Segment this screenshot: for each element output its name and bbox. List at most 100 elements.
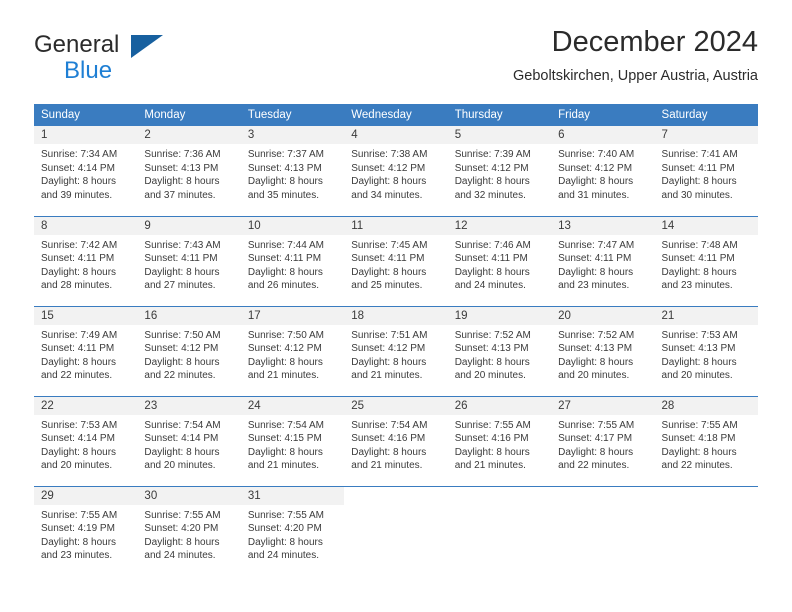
- day-sunrise-text: Sunrise: 7:55 AM: [144, 509, 221, 521]
- day-daylight-text: and 24 minutes.: [247, 550, 320, 562]
- day-daylight-text: Daylight: 8 hours: [247, 356, 323, 368]
- day-sunset-text: Sunset: 4:12 PM: [351, 162, 426, 174]
- day-details: Sunrise: 7:50 AM Sunset: 4:12 PM Daylight:…: [137, 325, 240, 383]
- day-details: Sunrise: 7:52 AM Sunset: 4:13 PM Daylight:…: [551, 325, 654, 383]
- day-daylight-text: Daylight: 8 hours: [41, 536, 117, 548]
- day-details: Sunrise: 7:38 AM Sunset: 4:12 PM Daylight:…: [344, 144, 447, 202]
- calendar-day-cell[interactable]: 18 Sunrise: 7:51 AM Sunset: 4:12 PM Dayligh…: [344, 305, 448, 396]
- day-daylight-text: and 25 minutes.: [351, 280, 423, 292]
- day-number: 5: [447, 126, 552, 144]
- calendar-day-cell[interactable]: 7 Sunrise: 7:41 AM Sunset: 4:11 PM Daylight…: [654, 126, 758, 216]
- day-number: 16: [137, 306, 241, 325]
- day-details: Sunrise: 7:37 AM Sunset: 4:13 PM Daylight:…: [241, 144, 344, 202]
- calendar-day-cell[interactable]: 21 Sunrise: 7:53 AM Sunset: 4:13 PM Dayligh…: [654, 305, 758, 396]
- calendar-day-cell[interactable]: 9 Sunrise: 7:43 AM Sunset: 4:11 PM Daylight…: [137, 215, 241, 306]
- day-sunrise-text: Sunrise: 7:55 AM: [454, 419, 531, 431]
- calendar-day-cell[interactable]: 13 Sunrise: 7:47 AM Sunset: 4:11 PM Dayligh…: [551, 215, 655, 306]
- day-daylight-text: Daylight: 8 hours: [41, 266, 117, 278]
- day-sunset-text: Sunset: 4:11 PM: [41, 343, 115, 355]
- day-sunrise-text: Sunrise: 7:50 AM: [144, 329, 221, 341]
- calendar-day-cell[interactable]: 6 Sunrise: 7:40 AM Sunset: 4:12 PM Daylight…: [551, 126, 655, 216]
- calendar-day-cell[interactable]: 26 Sunrise: 7:55 AM Sunset: 4:16 PM Dayligh…: [447, 395, 552, 486]
- calendar-day-cell[interactable]: 5 Sunrise: 7:39 AM Sunset: 4:12 PM Daylight…: [447, 126, 552, 216]
- day-daylight-text: Daylight: 8 hours: [454, 356, 530, 368]
- calendar-day-cell[interactable]: 17 Sunrise: 7:50 AM Sunset: 4:12 PM Dayligh…: [240, 305, 345, 396]
- calendar-day-cell[interactable]: 20 Sunrise: 7:52 AM Sunset: 4:13 PM Dayligh…: [551, 305, 655, 396]
- day-daylight-text: and 24 minutes.: [144, 550, 216, 562]
- day-sunrise-text: Sunrise: 7:41 AM: [661, 149, 738, 160]
- day-details: Sunrise: 7:34 AM Sunset: 4:14 PM Daylight:…: [34, 144, 137, 202]
- day-daylight-text: and 21 minutes.: [351, 460, 423, 472]
- general-blue-logo[interactable]: General Blue: [34, 32, 254, 92]
- calendar-day-cell[interactable]: 29 Sunrise: 7:55 AM Sunset: 4:19 PM Dayligh…: [34, 485, 138, 576]
- calendar-day-cell[interactable]: 28 Sunrise: 7:55 AM Sunset: 4:18 PM Dayligh…: [654, 395, 758, 486]
- calendar-day-cell[interactable]: 15 Sunrise: 7:49 AM Sunset: 4:11 PM Dayligh…: [34, 305, 138, 396]
- day-sunset-text: Sunset: 4:14 PM: [144, 433, 219, 445]
- day-sunrise-text: Sunrise: 7:40 AM: [558, 149, 635, 160]
- title-block: December 2024 Geboltskirchen, Upper Aust…: [513, 24, 758, 86]
- day-number: 12: [447, 216, 552, 235]
- weekday-header-saturday: Saturday: [654, 104, 758, 126]
- calendar-day-cell[interactable]: 1 Sunrise: 7:34 AM Sunset: 4:14 PM Daylight…: [34, 126, 138, 216]
- day-sunrise-text: Sunrise: 7:37 AM: [247, 149, 324, 160]
- calendar-day-cell[interactable]: 27 Sunrise: 7:55 AM Sunset: 4:17 PM Dayligh…: [551, 395, 655, 486]
- day-daylight-text: Daylight: 8 hours: [661, 356, 737, 368]
- calendar-week-row: 15 Sunrise: 7:49 AM Sunset: 4:11 PM Dayligh…: [34, 305, 758, 396]
- day-sunset-text: Sunset: 4:12 PM: [247, 343, 322, 355]
- day-number: 22: [34, 396, 138, 415]
- day-details: Sunrise: 7:55 AM Sunset: 4:16 PM Daylight:…: [448, 415, 551, 473]
- calendar-day-cell[interactable]: 24 Sunrise: 7:54 AM Sunset: 4:15 PM Dayligh…: [240, 395, 345, 486]
- day-sunset-text: Sunset: 4:13 PM: [247, 162, 322, 174]
- day-daylight-text: Daylight: 8 hours: [454, 266, 530, 278]
- calendar-header-row: Sunday Monday Tuesday Wednesday Thursday…: [34, 104, 758, 126]
- calendar-week-row: 1 Sunrise: 7:34 AM Sunset: 4:14 PM Daylight…: [34, 126, 758, 216]
- day-sunset-text: Sunset: 4:16 PM: [351, 433, 426, 445]
- calendar-day-cell[interactable]: 31 Sunrise: 7:55 AM Sunset: 4:20 PM Dayligh…: [240, 485, 345, 576]
- calendar-day-cell[interactable]: 14 Sunrise: 7:48 AM Sunset: 4:11 PM Dayligh…: [654, 215, 758, 306]
- location-subtitle: Geboltskirchen, Upper Austria, Austria: [512, 68, 758, 84]
- calendar-day-cell[interactable]: 11 Sunrise: 7:45 AM Sunset: 4:11 PM Dayligh…: [344, 215, 448, 306]
- calendar-day-cell[interactable]: 4 Sunrise: 7:38 AM Sunset: 4:12 PM Daylight…: [344, 126, 448, 216]
- day-number: 13: [551, 216, 655, 235]
- day-daylight-text: Daylight: 8 hours: [144, 176, 220, 188]
- calendar-week-row: 29 Sunrise: 7:55 AM Sunset: 4:19 PM Dayligh…: [34, 485, 758, 576]
- day-daylight-text: and 20 minutes.: [454, 370, 526, 382]
- day-sunrise-text: Sunrise: 7:46 AM: [454, 239, 531, 251]
- day-sunrise-text: Sunrise: 7:36 AM: [144, 149, 221, 160]
- day-number: 18: [344, 306, 448, 325]
- day-sunset-text: Sunset: 4:16 PM: [454, 433, 529, 445]
- calendar-day-cell[interactable]: 2 Sunrise: 7:36 AM Sunset: 4:13 PM Daylight…: [137, 126, 241, 216]
- day-sunrise-text: Sunrise: 7:52 AM: [558, 329, 635, 341]
- day-number: 27: [551, 396, 655, 415]
- day-sunset-text: Sunset: 4:12 PM: [454, 162, 529, 174]
- day-daylight-text: Daylight: 8 hours: [661, 446, 737, 458]
- day-sunrise-text: Sunrise: 7:39 AM: [454, 149, 531, 160]
- day-sunset-text: Sunset: 4:11 PM: [454, 253, 528, 265]
- day-daylight-text: and 39 minutes.: [41, 189, 113, 201]
- day-details: Sunrise: 7:55 AM Sunset: 4:20 PM Daylight:…: [137, 505, 240, 563]
- calendar-day-cell[interactable]: 23 Sunrise: 7:54 AM Sunset: 4:14 PM Dayligh…: [137, 395, 241, 486]
- day-sunrise-text: Sunrise: 7:43 AM: [144, 239, 221, 251]
- day-number: 1: [34, 126, 138, 144]
- day-sunrise-text: Sunrise: 7:53 AM: [661, 329, 738, 341]
- calendar-day-cell[interactable]: 16 Sunrise: 7:50 AM Sunset: 4:12 PM Dayligh…: [137, 305, 241, 396]
- calendar-day-cell[interactable]: 8 Sunrise: 7:42 AM Sunset: 4:11 PM Daylight…: [34, 215, 138, 306]
- calendar-day-cell[interactable]: 25 Sunrise: 7:54 AM Sunset: 4:16 PM Dayligh…: [344, 395, 448, 486]
- calendar-day-cell[interactable]: 30 Sunrise: 7:55 AM Sunset: 4:20 PM Dayligh…: [137, 485, 241, 576]
- calendar-day-cell[interactable]: 22 Sunrise: 7:53 AM Sunset: 4:14 PM Dayligh…: [34, 395, 138, 486]
- day-number: [344, 487, 447, 505]
- calendar-day-cell[interactable]: 10 Sunrise: 7:44 AM Sunset: 4:11 PM Dayligh…: [240, 215, 345, 306]
- calendar-day-cell[interactable]: 3 Sunrise: 7:37 AM Sunset: 4:13 PM Daylight…: [240, 126, 345, 216]
- day-sunset-text: Sunset: 4:14 PM: [41, 433, 115, 445]
- calendar-day-cell[interactable]: 19 Sunrise: 7:52 AM Sunset: 4:13 PM Dayligh…: [447, 305, 552, 396]
- calendar-day-cell[interactable]: 12 Sunrise: 7:46 AM Sunset: 4:11 PM Dayligh…: [447, 215, 552, 306]
- day-daylight-text: Daylight: 8 hours: [41, 176, 117, 188]
- day-sunset-text: Sunset: 4:12 PM: [558, 162, 633, 174]
- day-details: Sunrise: 7:43 AM Sunset: 4:11 PM Daylight:…: [137, 235, 240, 293]
- day-details: Sunrise: 7:40 AM Sunset: 4:12 PM Daylight:…: [551, 144, 654, 202]
- day-daylight-text: and 28 minutes.: [41, 280, 113, 292]
- day-sunrise-text: Sunrise: 7:49 AM: [41, 329, 118, 341]
- day-sunset-text: Sunset: 4:20 PM: [144, 523, 219, 535]
- day-details: Sunrise: 7:46 AM Sunset: 4:11 PM Daylight:…: [448, 235, 551, 293]
- day-sunset-text: Sunset: 4:11 PM: [351, 253, 425, 265]
